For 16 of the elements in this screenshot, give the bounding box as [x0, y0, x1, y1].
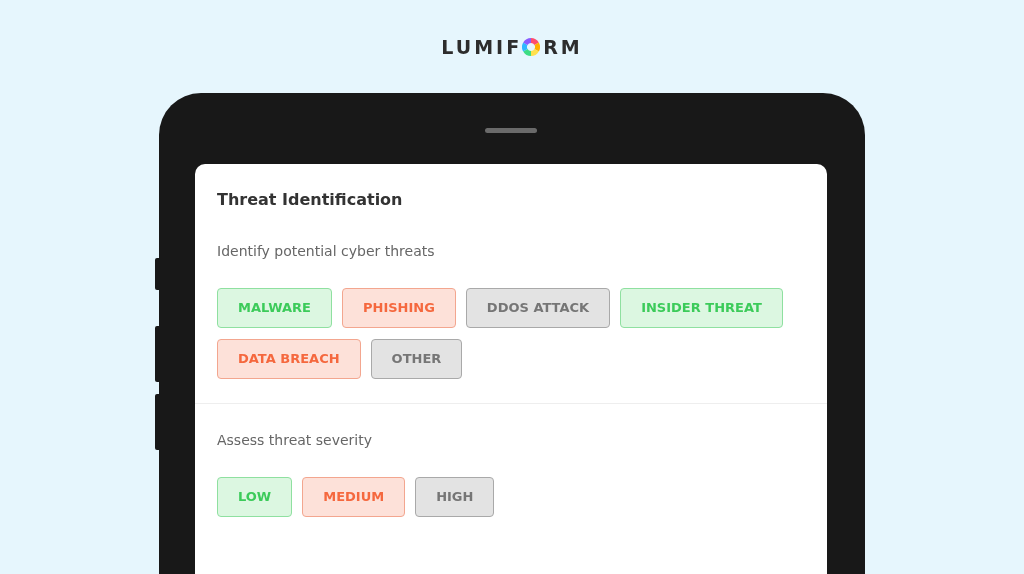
logo-ring-icon [522, 38, 541, 56]
option-button[interactable]: DATA BREACH [217, 339, 361, 380]
option-button[interactable]: HIGH [415, 477, 495, 518]
option-button[interactable]: LOW [217, 477, 293, 518]
card-title: Threat Identification [216, 189, 404, 210]
speaker-slot [485, 128, 537, 133]
logo-text: RM [543, 37, 583, 57]
option-button[interactable]: PHISHING [342, 288, 456, 329]
option-button[interactable]: DDOS ATTACK [465, 288, 611, 329]
option-button[interactable]: OTHER [370, 339, 463, 380]
question-text: Identify potential cyber threats [217, 242, 436, 262]
option-button[interactable]: INSIDER THREAT [620, 288, 783, 329]
question-text: Assess threat severity [217, 431, 373, 451]
logo-text: LUMIF [441, 37, 523, 57]
option-button[interactable]: MEDIUM [302, 477, 406, 518]
option-button[interactable]: MALWARE [217, 288, 332, 329]
